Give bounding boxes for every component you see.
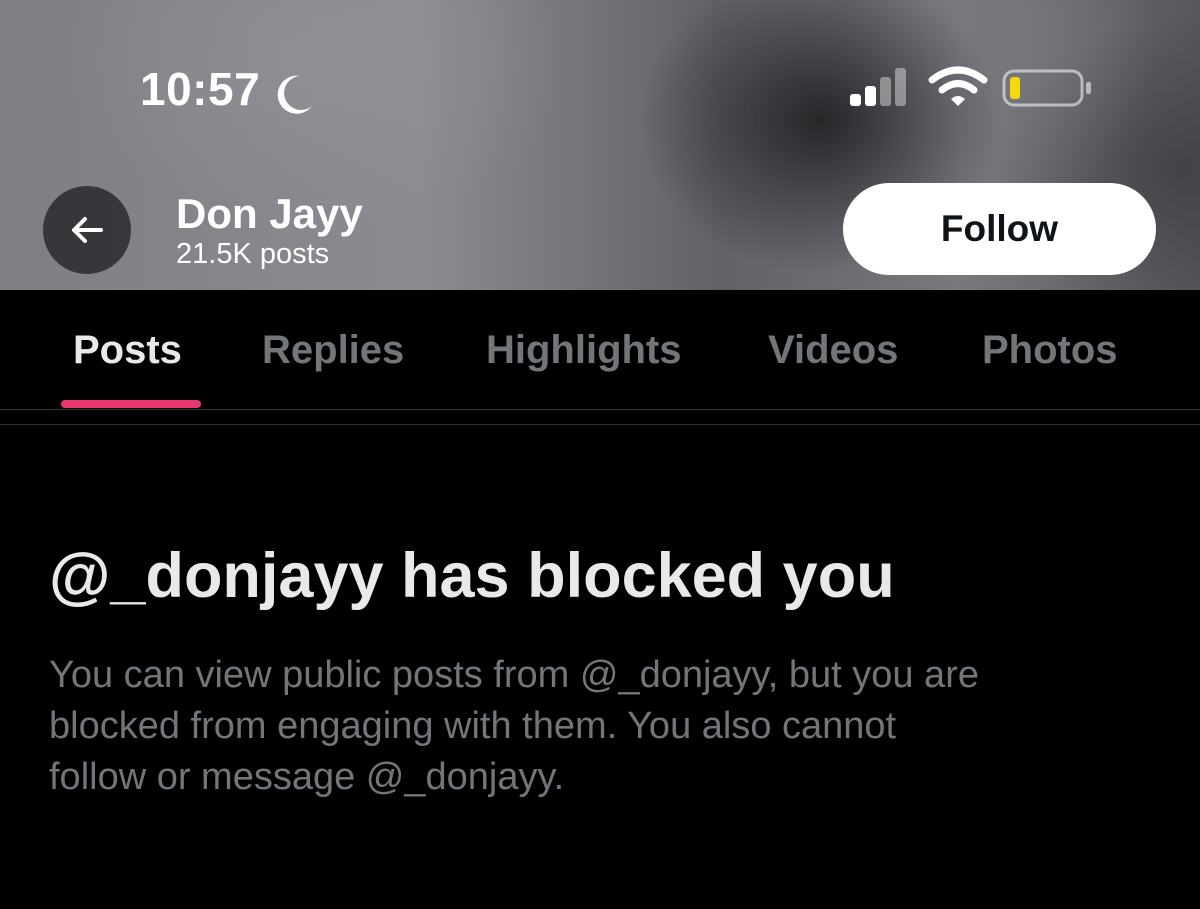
post-count: 21.5K posts [176, 238, 330, 270]
moon-icon [277, 75, 312, 114]
battery-low-icon [1002, 69, 1091, 107]
blocked-title: @_donjayy has blocked you [49, 541, 895, 611]
profile-header: 10:57 Don Jayy 21.5K posts Follow [0, 0, 1200, 290]
tab-posts[interactable]: Posts [73, 328, 182, 373]
blocked-description-line: blocked from engaging with them. You als… [49, 705, 897, 747]
tab-replies[interactable]: Replies [262, 328, 404, 373]
cellular-signal-icon [850, 68, 906, 106]
tab-photos[interactable]: Photos [982, 328, 1118, 373]
follow-button[interactable]: Follow [843, 183, 1156, 275]
back-button[interactable] [43, 186, 131, 274]
profile-name: Don Jayy [176, 190, 363, 237]
content-divider [0, 424, 1200, 425]
tabs-divider [0, 409, 1200, 410]
wifi-icon [928, 66, 988, 106]
blocked-description: You can view public posts from @_donjayy… [49, 650, 1149, 803]
blocked-description-line: You can view public posts from @_donjayy… [49, 654, 979, 696]
tab-highlights[interactable]: Highlights [486, 328, 682, 373]
active-tab-indicator [61, 400, 201, 408]
tab-videos[interactable]: Videos [768, 328, 898, 373]
back-arrow-icon [72, 217, 103, 243]
blocked-description-line: follow or message @_donjayy. [49, 756, 565, 798]
profile-tabs: Posts Replies Highlights Videos Photos [0, 290, 1200, 410]
status-time: 10:57 [140, 63, 261, 115]
